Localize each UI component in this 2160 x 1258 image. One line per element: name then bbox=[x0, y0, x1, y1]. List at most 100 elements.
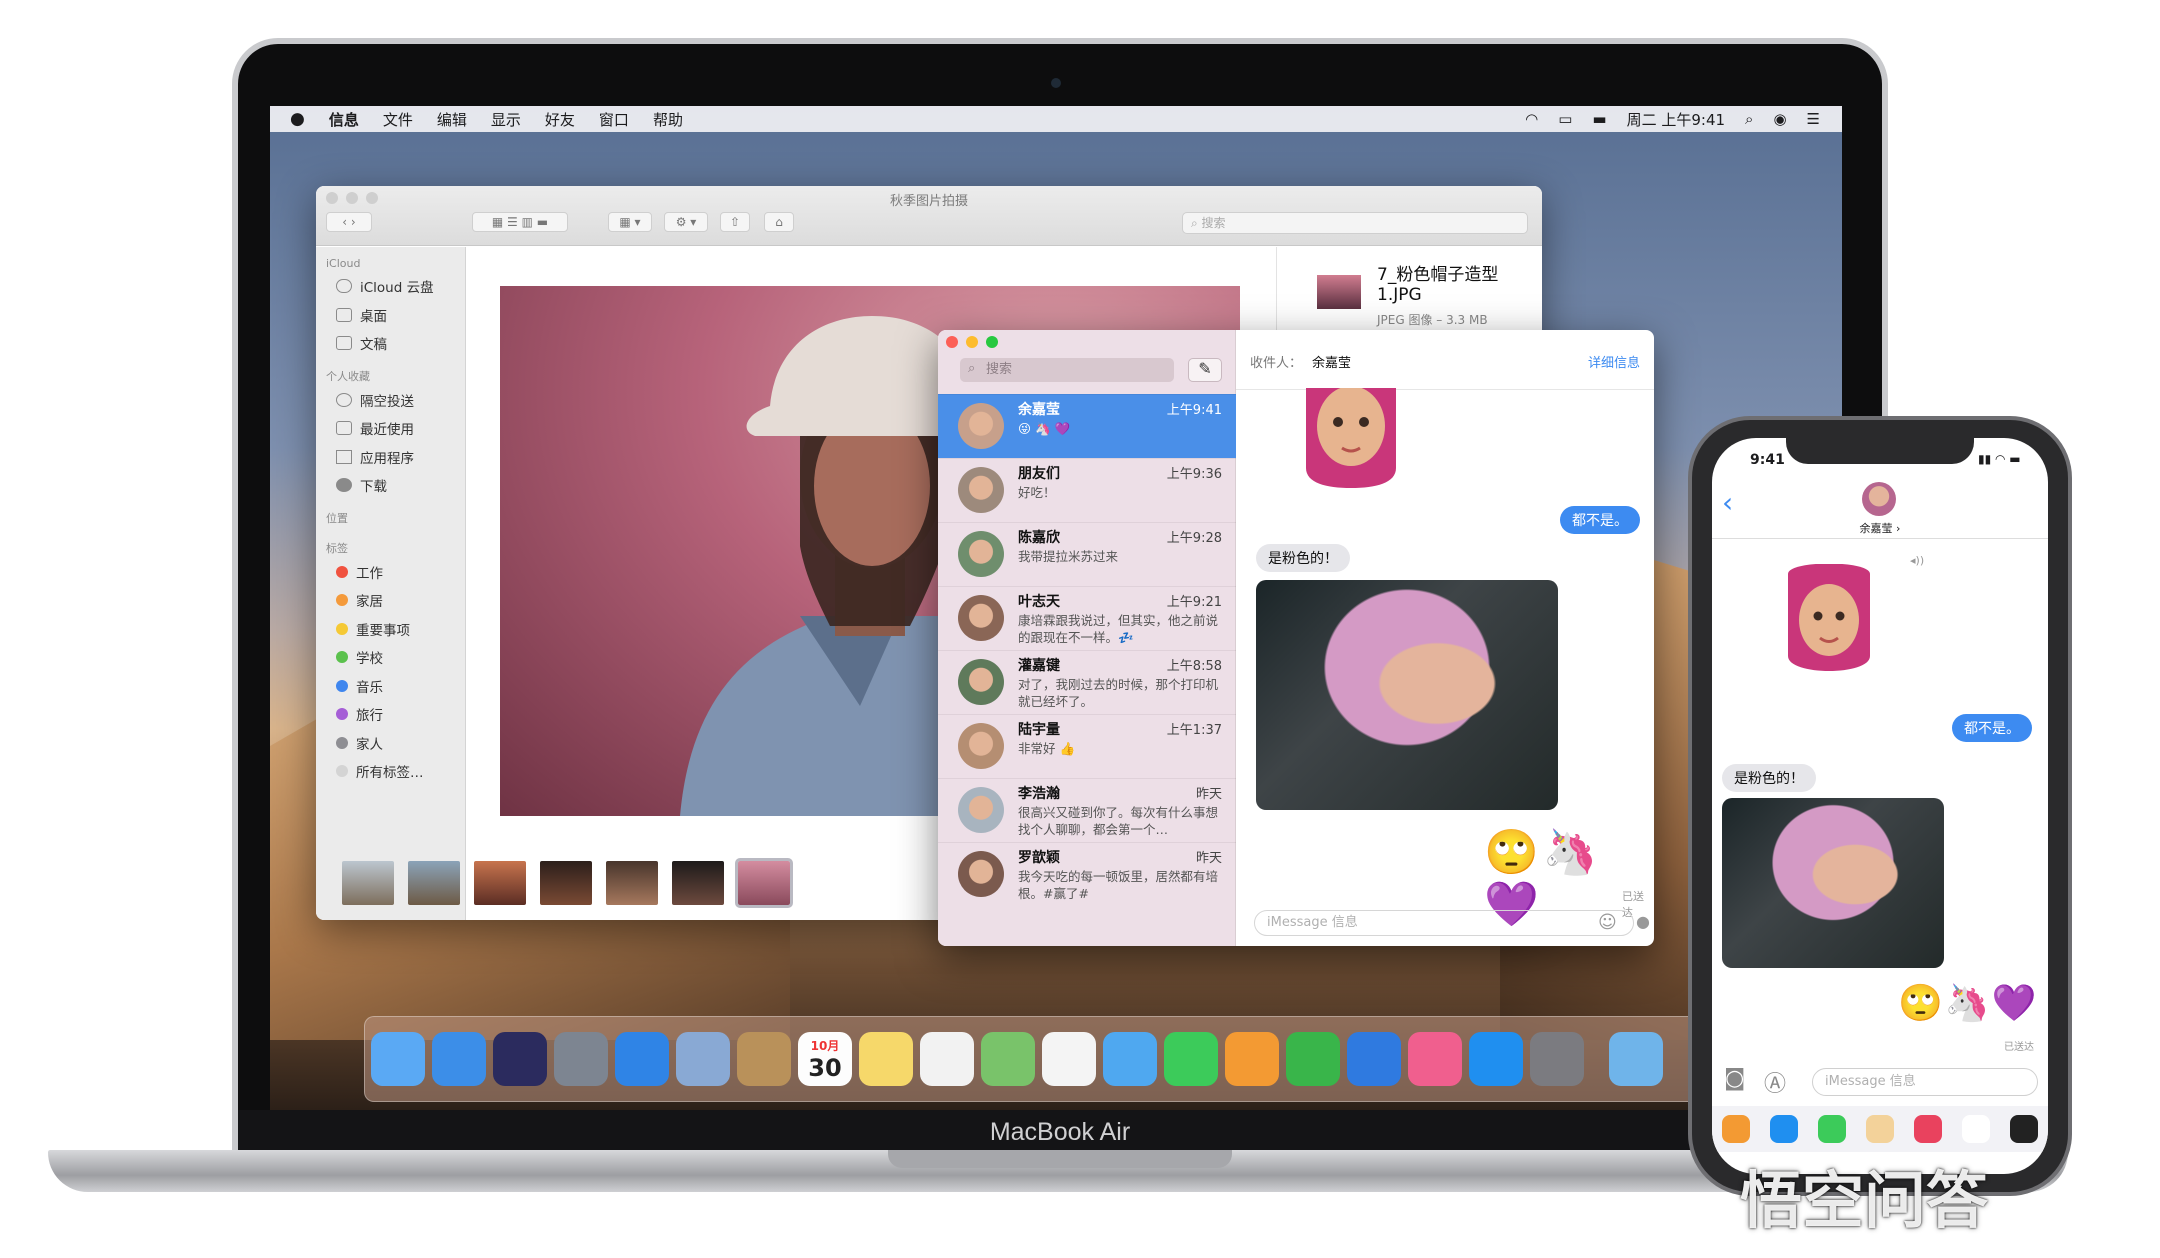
reminders-app-icon[interactable] bbox=[920, 1032, 974, 1086]
emoji-picker-icon[interactable]: ☺ bbox=[1598, 912, 1617, 933]
contact-avatar[interactable] bbox=[1862, 482, 1896, 516]
sidebar-tag-1[interactable]: 家居 bbox=[316, 586, 465, 615]
sidebar-tag-0[interactable]: 工作 bbox=[316, 558, 465, 587]
compose-icon[interactable]: ✎ bbox=[1188, 358, 1222, 382]
activity-app-icon[interactable] bbox=[1818, 1115, 1846, 1143]
sidebar-item-desktop[interactable]: 桌面 bbox=[316, 301, 465, 330]
conversation-row[interactable]: 朋友们 上午9:36 好吃！ bbox=[938, 458, 1236, 522]
animoji-app-icon[interactable] bbox=[1866, 1115, 1894, 1143]
finder-search-field[interactable]: ⌕ 搜索 bbox=[1182, 212, 1528, 234]
sidebar-tag-7[interactable]: 所有标签… bbox=[316, 757, 465, 786]
maps-app-icon[interactable] bbox=[981, 1032, 1035, 1086]
search-app-icon[interactable] bbox=[1914, 1115, 1942, 1143]
action-gear-icon[interactable]: ⚙ ▾ bbox=[664, 212, 708, 232]
launchpad-app-icon[interactable] bbox=[554, 1032, 608, 1086]
sidebar-item-airdrop[interactable]: 隔空投送 bbox=[316, 386, 465, 415]
close-button[interactable] bbox=[946, 336, 958, 348]
photos-app-icon[interactable] bbox=[1722, 1115, 1750, 1143]
microphone-icon[interactable]: ● bbox=[1636, 912, 1650, 931]
thumbnail-5[interactable] bbox=[606, 861, 658, 905]
messages-app-2-icon[interactable] bbox=[1103, 1032, 1157, 1086]
conversation-row[interactable]: 余嘉莹 上午9:41 😜 🦄 💜 bbox=[938, 394, 1236, 458]
calendar-app-icon[interactable]: 10月 30 bbox=[798, 1032, 852, 1086]
spotlight-icon[interactable]: ⌕ bbox=[1745, 110, 1753, 128]
zoom-button[interactable] bbox=[986, 336, 998, 348]
received-photo[interactable] bbox=[1256, 580, 1558, 810]
messages-search-field[interactable]: 搜索 bbox=[960, 358, 1174, 382]
siri-app-icon[interactable] bbox=[493, 1032, 547, 1086]
conversation-row[interactable]: 灌嘉键 上午8:58 对了，我刚过去的时候，那个打印机就已经坏了。 bbox=[938, 650, 1236, 714]
menu-item-buddies[interactable]: 好友 bbox=[545, 109, 575, 130]
share-icon[interactable]: ⇧ bbox=[720, 212, 750, 232]
imessage-input[interactable]: iMessage 信息 bbox=[1254, 910, 1634, 936]
details-link[interactable]: 详细信息 bbox=[1588, 352, 1640, 371]
menu-item-view[interactable]: 显示 bbox=[491, 109, 521, 130]
thumbnail-4[interactable] bbox=[540, 861, 592, 905]
thumbnail-3[interactable] bbox=[474, 861, 526, 905]
safari-app-icon[interactable] bbox=[615, 1032, 669, 1086]
memoji-sticker[interactable] bbox=[1276, 386, 1426, 488]
digital-touch-app-icon[interactable] bbox=[2010, 1115, 2038, 1143]
conversation-row[interactable]: 陆宇量 上午1:37 非常好 👍 bbox=[938, 714, 1236, 778]
tag-icon[interactable]: ⌂ bbox=[764, 212, 794, 232]
airplay-icon[interactable]: ▭ bbox=[1558, 110, 1572, 128]
sidebar-tag-4[interactable]: 音乐 bbox=[316, 672, 465, 701]
view-mode-buttons[interactable]: ▦ ☰ ▥ ▬ bbox=[472, 212, 568, 232]
thumbnail-1[interactable] bbox=[342, 861, 394, 905]
contacts-app-icon[interactable] bbox=[737, 1032, 791, 1086]
mail-app-icon[interactable] bbox=[676, 1032, 730, 1086]
sidebar-tag-2[interactable]: 重要事项 bbox=[316, 615, 465, 644]
keynote-app-icon[interactable] bbox=[1347, 1032, 1401, 1086]
numbers-app-icon[interactable] bbox=[1286, 1032, 1340, 1086]
menu-item-messages[interactable]: 信息 bbox=[329, 109, 359, 130]
thumbnail-6[interactable] bbox=[672, 861, 724, 905]
sidebar-tag-6[interactable]: 家人 bbox=[316, 729, 465, 758]
conversation-row[interactable]: 罗歆颖 昨天 我今天吃的每一顿饭里，居然都有培根。#赢了# bbox=[938, 842, 1236, 906]
sent-bubble[interactable]: 都不是。 bbox=[1560, 506, 1640, 534]
received-bubble[interactable]: 是粉色的！ bbox=[1722, 764, 1816, 792]
downloads-folder-icon[interactable] bbox=[1609, 1032, 1663, 1086]
menu-item-window[interactable]: 窗口 bbox=[599, 109, 629, 130]
pages-app-icon[interactable] bbox=[1225, 1032, 1279, 1086]
group-button[interactable]: ▦ ▾ bbox=[608, 212, 652, 232]
facetime-app-icon[interactable] bbox=[1164, 1032, 1218, 1086]
preferences-app-icon[interactable] bbox=[1530, 1032, 1584, 1086]
menu-item-file[interactable]: 文件 bbox=[383, 109, 413, 130]
sidebar-item-recents[interactable]: 最近使用 bbox=[316, 414, 465, 443]
sidebar-item-downloads[interactable]: 下载 bbox=[316, 471, 465, 500]
appstore-app-icon[interactable] bbox=[1770, 1115, 1798, 1143]
wifi-icon[interactable]: ◠ bbox=[1525, 110, 1538, 128]
music-app-icon[interactable] bbox=[1962, 1115, 1990, 1143]
finder-app-icon[interactable] bbox=[432, 1032, 486, 1086]
received-photo[interactable] bbox=[1722, 798, 1944, 968]
apple-icon[interactable]: ● bbox=[290, 109, 305, 129]
conversation-row[interactable]: 陈嘉欣 上午9:28 我带提拉米苏过来 bbox=[938, 522, 1236, 586]
appstore-app-icon[interactable] bbox=[1469, 1032, 1523, 1086]
clock[interactable]: 周二 上午9:41 bbox=[1627, 109, 1725, 130]
siri-icon[interactable]: ◉ bbox=[1773, 110, 1786, 128]
memoji-sticker[interactable] bbox=[1774, 563, 1884, 684]
notification-center-icon[interactable]: ☰ bbox=[1807, 110, 1820, 128]
sent-bubble[interactable]: 都不是。 bbox=[1952, 714, 2032, 742]
sidebar-item-applications[interactable]: 应用程序 bbox=[316, 443, 465, 472]
sound-icon[interactable]: ◂)) bbox=[1910, 554, 1924, 567]
messages-app-icon[interactable] bbox=[371, 1032, 425, 1086]
thumbnail-7-selected[interactable] bbox=[735, 858, 793, 908]
received-bubble[interactable]: 是粉色的！ bbox=[1256, 544, 1350, 572]
camera-icon[interactable]: ◙ bbox=[1724, 1066, 1745, 1091]
sidebar-tag-3[interactable]: 学校 bbox=[316, 643, 465, 672]
thumbnail-2[interactable] bbox=[408, 861, 460, 905]
appstore-icon[interactable]: Ⓐ bbox=[1764, 1066, 1786, 1098]
conversation-row[interactable]: 李浩瀚 昨天 很高兴又碰到你了。每次有什么事想找个人聊聊，都会第一个… bbox=[938, 778, 1236, 842]
recipient-name[interactable]: 余嘉莹 bbox=[1312, 352, 1351, 371]
back-forward-button[interactable]: ‹ › bbox=[326, 212, 372, 232]
battery-icon[interactable]: ▬ bbox=[1592, 110, 1606, 128]
conversation-row[interactable]: 叶志天 上午9:21 康培霖跟我说过，但其实，他之前说的跟现在不一样。💤 bbox=[938, 586, 1236, 650]
menu-item-edit[interactable]: 编辑 bbox=[437, 109, 467, 130]
back-chevron-icon[interactable]: ‹ bbox=[1722, 486, 1733, 519]
sidebar-item-documents[interactable]: 文稿 bbox=[316, 329, 465, 358]
notes-app-icon[interactable] bbox=[859, 1032, 913, 1086]
minimize-button[interactable] bbox=[966, 336, 978, 348]
photos-app-icon[interactable] bbox=[1042, 1032, 1096, 1086]
menu-item-help[interactable]: 帮助 bbox=[653, 109, 683, 130]
